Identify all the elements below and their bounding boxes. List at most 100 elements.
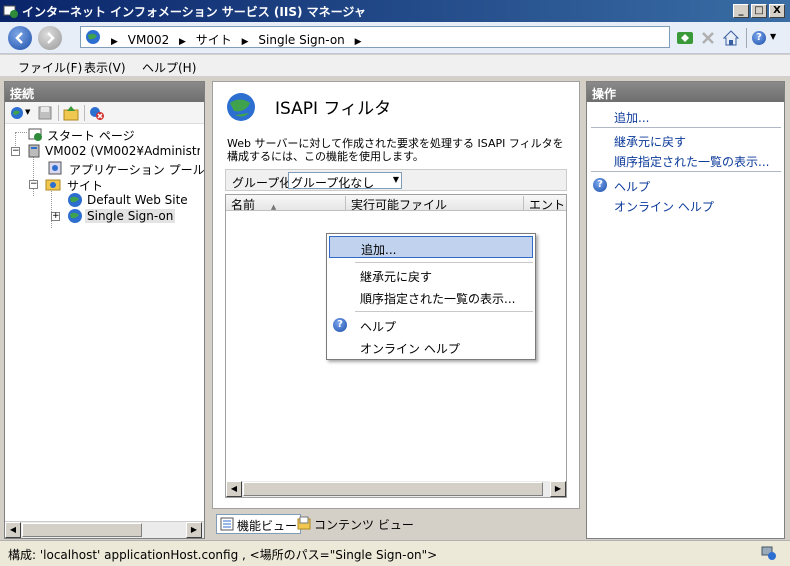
iis-app-icon: [3, 3, 19, 19]
tree-item-default-web-site[interactable]: Default Web Site: [67, 192, 197, 208]
collapse-toggle[interactable]: −: [29, 180, 38, 189]
menu-view[interactable]: 表示(V): [84, 59, 126, 76]
breadcrumb: ▶ VM002 ▶ サイト ▶ Single Sign-on ▶: [105, 31, 368, 48]
address-path-box[interactable]: ▶ VM002 ▶ サイト ▶ Single Sign-on ▶: [80, 26, 670, 48]
collapse-toggle[interactable]: −: [11, 147, 20, 156]
tab-features-label: 機能ビュー: [237, 519, 298, 533]
folder-icon: [45, 176, 61, 192]
maximize-button[interactable]: □: [751, 4, 767, 18]
tab-features-view[interactable]: 機能ビュー: [216, 514, 302, 534]
globe-icon: [67, 192, 83, 208]
toolbar-divider: [746, 28, 747, 48]
context-menu-add[interactable]: 追加...: [329, 236, 533, 258]
view-tabs: 機能ビュー コンテンツ ビュー: [212, 512, 580, 536]
connections-header: 接続: [5, 82, 204, 102]
context-menu: 追加... 継承元に戻す 順序指定された一覧の表示... ? ヘルプ オンライン…: [326, 233, 536, 360]
menu-file[interactable]: ファイル(F): [18, 59, 82, 76]
address-bar: ▶ VM002 ▶ サイト ▶ Single Sign-on ▶ ? ▼: [0, 22, 790, 54]
chevron-right-icon[interactable]: ▶: [242, 37, 249, 47]
toolbar-divider: [58, 105, 59, 121]
context-menu-view-ordered[interactable]: 順序指定された一覧の表示...: [329, 286, 533, 308]
group-by-select[interactable]: グループ化なし ▼: [288, 172, 402, 190]
column-header-entry[interactable]: エントリ: [524, 196, 566, 210]
scroll-left-button[interactable]: ◀: [5, 522, 21, 538]
context-menu-label: ヘルプ: [360, 320, 397, 334]
home-icon[interactable]: [722, 29, 740, 47]
back-button[interactable]: [8, 26, 32, 50]
breadcrumb-sites[interactable]: サイト: [196, 33, 232, 47]
breadcrumb-single-sign-on[interactable]: Single Sign-on: [258, 33, 344, 47]
connect-globe-icon[interactable]: [9, 105, 25, 121]
connect-dropdown-chevron-icon[interactable]: ▼: [25, 108, 30, 116]
server-icon: [26, 143, 42, 159]
action-divider: [591, 127, 781, 128]
context-menu-label: 追加...: [361, 243, 397, 257]
page-title: ISAPI フィルタ: [275, 99, 392, 119]
globe-icon: [67, 208, 83, 224]
tree-item-label: スタート ページ: [47, 129, 135, 143]
forward-button[interactable]: [38, 26, 62, 50]
action-add-link[interactable]: 追加...: [614, 109, 649, 126]
tab-content-label: コンテンツ ビュー: [314, 518, 414, 532]
tree-item-server[interactable]: − VM002 (VM002¥Administrator): [11, 143, 203, 159]
context-menu-help[interactable]: ? ヘルプ: [329, 314, 533, 336]
action-view-ordered-link[interactable]: 順序指定された一覧の表示...: [614, 153, 769, 170]
group-by-bar: グループ化: グループ化なし ▼: [225, 169, 567, 191]
stop-icon[interactable]: [699, 29, 717, 47]
connections-panel: 接続 ▼ スタート ページ − VM002 (VM002¥Administr ア…: [4, 81, 205, 539]
action-online-help-link[interactable]: オンライン ヘルプ: [614, 198, 714, 215]
help-icon[interactable]: ?: [752, 31, 766, 45]
context-menu-divider: [355, 262, 533, 263]
content-view-icon: [297, 516, 311, 530]
tree-item-label: Default Web Site: [87, 193, 188, 207]
scroll-left-button[interactable]: ◀: [226, 481, 242, 497]
tree-item-label: Single Sign-on: [85, 209, 176, 223]
chevron-down-icon: ▼: [392, 175, 399, 184]
refresh-icon[interactable]: [676, 29, 694, 47]
tree-item-sites[interactable]: − サイト: [29, 176, 179, 193]
globe-icon: [85, 29, 101, 45]
expand-toggle[interactable]: +: [51, 212, 60, 221]
tab-content-view[interactable]: コンテンツ ビュー: [294, 514, 417, 534]
network-status-icon: [760, 545, 778, 561]
column-header-executable[interactable]: 実行可能ファイル: [346, 196, 524, 210]
scroll-thumb[interactable]: [22, 523, 142, 537]
feature-description: Web サーバーに対して作成された要求を処理する ISAPI フィルタを構成する…: [227, 137, 564, 163]
context-menu-revert[interactable]: 継承元に戻す: [329, 264, 533, 286]
close-button[interactable]: X: [769, 4, 785, 18]
context-menu-divider: [355, 311, 533, 312]
chevron-right-icon[interactable]: ▶: [179, 37, 186, 47]
menu-bar: ファイル(F) 表示(V) ヘルプ(H): [0, 55, 790, 77]
up-folder-icon[interactable]: [63, 105, 79, 121]
minimize-button[interactable]: _: [733, 4, 749, 18]
column-header-name[interactable]: 名前 ▲: [226, 196, 346, 210]
title-bar[interactable]: インターネット インフォメーション サービス (IIS) マネージャ _ □ X: [0, 0, 790, 22]
tree-item-app-pools[interactable]: アプリケーション プール: [47, 160, 205, 177]
scroll-thumb[interactable]: [243, 482, 543, 496]
tree-line: [15, 132, 27, 133]
column-name-label: 名前: [231, 198, 256, 210]
save-icon[interactable]: [37, 105, 53, 121]
scroll-right-button[interactable]: ▶: [550, 481, 566, 497]
scroll-right-button[interactable]: ▶: [186, 522, 202, 538]
help-dropdown-chevron-icon[interactable]: ▼: [770, 32, 776, 41]
disconnect-icon[interactable]: [89, 105, 105, 121]
breadcrumb-vm002[interactable]: VM002: [128, 33, 169, 47]
tree-item-label: VM002 (VM002¥Administrator): [45, 144, 200, 158]
tree-item-start-page[interactable]: スタート ページ: [27, 126, 197, 143]
toolbar-divider: [84, 105, 85, 121]
action-help-link[interactable]: ヘルプ: [614, 178, 650, 195]
status-text: 構成: 'localhost' applicationHost.config ,…: [8, 548, 438, 562]
actions-header: 操作: [587, 82, 784, 102]
action-revert-link[interactable]: 継承元に戻す: [614, 133, 686, 150]
menu-help[interactable]: ヘルプ(H): [142, 59, 196, 76]
context-menu-label: 順序指定された一覧の表示...: [360, 292, 516, 306]
connections-horizontal-scrollbar[interactable]: ◀ ▶: [5, 521, 204, 538]
context-menu-online-help[interactable]: オンライン ヘルプ: [329, 336, 533, 358]
grid-horizontal-scrollbar[interactable]: ◀ ▶: [226, 481, 566, 497]
connections-tree: スタート ページ − VM002 (VM002¥Administrator) ア…: [5, 126, 205, 520]
tree-item-single-sign-on[interactable]: + Single Sign-on: [51, 208, 181, 224]
isapi-globe-icon: [225, 91, 257, 123]
chevron-right-icon[interactable]: ▶: [355, 37, 362, 47]
group-by-value: グループ化なし: [291, 176, 375, 190]
